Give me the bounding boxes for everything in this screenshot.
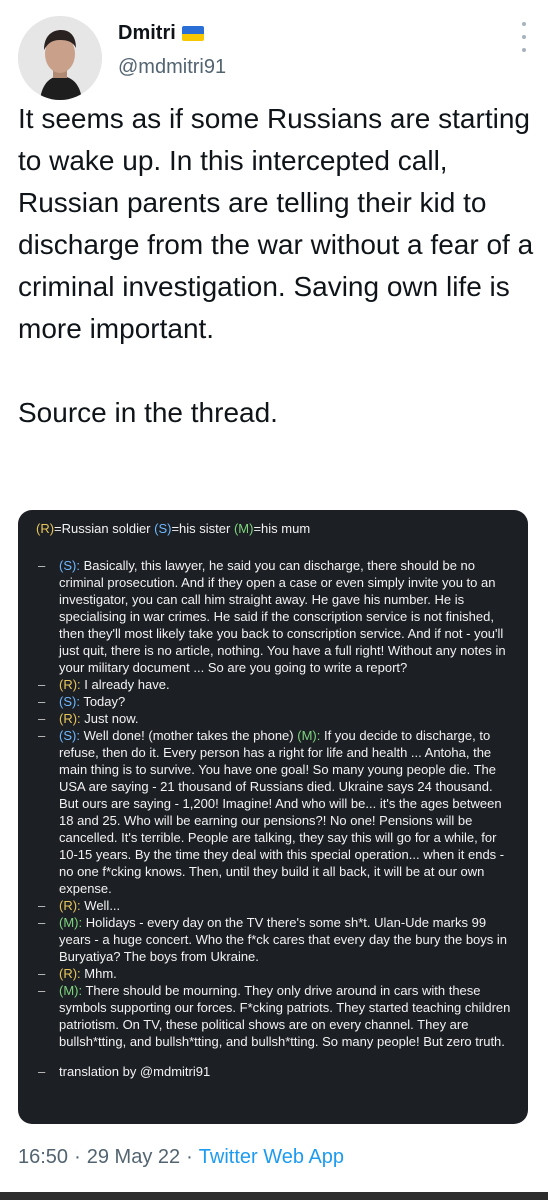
- credit-text: translation by @mdmitri91: [59, 1064, 211, 1079]
- speaker-text: If you decide to discharge, to refuse, t…: [59, 728, 505, 896]
- bullet-dash: –: [38, 898, 46, 913]
- speaker-tag: (S):: [59, 728, 80, 743]
- speaker-tag: (S):: [59, 694, 80, 709]
- ukraine-flag-icon: [181, 26, 204, 41]
- legend-s-text: =his sister: [171, 521, 234, 536]
- legend-m-text: =his mum: [253, 521, 311, 536]
- transcript-line: – (R): Just now.: [36, 710, 514, 727]
- author-name[interactable]: Dmitri: [118, 22, 176, 45]
- speaker-text: Holidays - every day on the TV there's s…: [59, 915, 508, 964]
- translation-credit: – translation by @mdmitri91: [38, 1064, 211, 1079]
- transcript-line: – (S): Basically, this lawyer, he said yo…: [36, 557, 514, 676]
- speaker-tag: (M):: [59, 983, 83, 998]
- legend-m-tag: (M): [233, 521, 254, 536]
- bullet-dash: –: [38, 728, 46, 743]
- speaker-tag: (R):: [59, 711, 81, 726]
- speaker-text: I already have.: [80, 677, 170, 692]
- tweet-source-line: Source in the thread.: [18, 397, 278, 428]
- bullet-dash: –: [38, 694, 46, 709]
- tweet-meta: 16:50 · 29 May 22 · Twitter Web App: [18, 1146, 344, 1169]
- meta-separator: ·: [186, 1146, 193, 1168]
- bullet-dash: –: [38, 558, 46, 573]
- legend-s-tag: (S): [154, 521, 172, 536]
- avatar-photo: [18, 16, 102, 100]
- tweet-text: It seems as if some Russians are startin…: [18, 98, 538, 434]
- speaker-text: Well...: [80, 898, 121, 913]
- meta-separator: ·: [74, 1146, 81, 1168]
- transcript-line: – (M): Holidays - every day on the TV the…: [36, 914, 514, 965]
- transcript-image[interactable]: (R)=Russian soldier (S)=his sister (M)=h…: [18, 510, 528, 1124]
- speaker-text: There should be mourning. They only driv…: [59, 983, 511, 1049]
- bullet-dash: –: [38, 677, 46, 692]
- bullet-dash: –: [38, 711, 46, 726]
- speaker-tag: (M):: [59, 915, 83, 930]
- speaker-text: Just now.: [80, 711, 139, 726]
- transcript-line: – (R): Well...: [36, 897, 514, 914]
- speaker-tag: (M):: [297, 728, 321, 743]
- bullet-dash: –: [38, 966, 46, 981]
- bullet-dash: –: [38, 915, 46, 930]
- speaker-text: Well done! (mother takes the phone): [79, 728, 298, 743]
- tweet-time[interactable]: 16:50: [18, 1146, 68, 1169]
- legend-r-text: =Russian soldier: [54, 521, 155, 536]
- legend-r-tag: (R): [36, 521, 55, 536]
- speaker-text: Mhm.: [80, 966, 117, 981]
- transcript-lines: – (S): Basically, this lawyer, he said yo…: [36, 557, 514, 1050]
- transcript-legend: (R)=Russian soldier (S)=his sister (M)=h…: [36, 520, 514, 537]
- transcript-line: – (S): Well done! (mother takes the phone…: [36, 727, 514, 897]
- speaker-text: Today?: [79, 694, 126, 709]
- bullet-dash: –: [38, 983, 46, 998]
- more-options-icon[interactable]: [512, 22, 536, 52]
- speaker-text: Basically, this lawyer, he said you can …: [59, 558, 506, 675]
- transcript-line: – (R): Mhm.: [36, 965, 514, 982]
- transcript-line: – (R): I already have.: [36, 676, 514, 693]
- tweet-date[interactable]: 29 May 22: [87, 1146, 180, 1169]
- avatar[interactable]: [18, 16, 102, 100]
- transcript-line: – (M): There should be mourning. They onl…: [36, 982, 514, 1050]
- bottom-bar: [0, 1192, 548, 1200]
- tweet-body: It seems as if some Russians are startin…: [18, 103, 534, 344]
- speaker-tag: (R):: [59, 677, 81, 692]
- speaker-tag: (S):: [59, 558, 80, 573]
- speaker-tag: (R):: [59, 898, 81, 913]
- client-link[interactable]: Twitter Web App: [199, 1146, 344, 1169]
- author-handle[interactable]: @mdmitri91: [118, 56, 226, 79]
- transcript-line: – (S): Today?: [36, 693, 514, 710]
- speaker-tag: (R):: [59, 966, 81, 981]
